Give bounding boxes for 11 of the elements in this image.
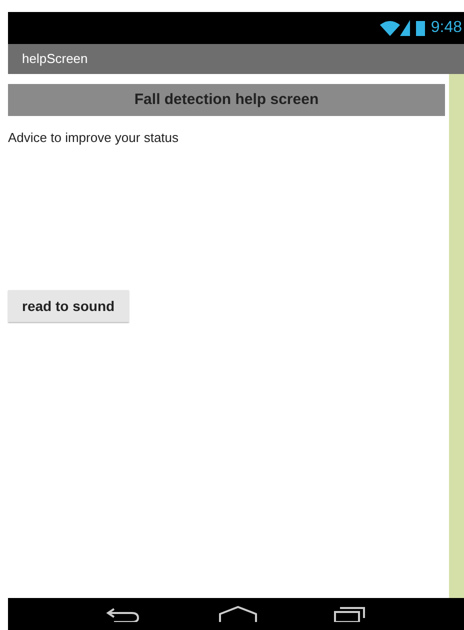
home-icon[interactable]: [218, 606, 258, 622]
read-button[interactable]: read to sound: [8, 290, 129, 322]
wifi-icon: [380, 20, 400, 36]
battery-icon: [416, 20, 425, 36]
header-bar: Fall detection help screen: [8, 84, 445, 116]
back-icon[interactable]: [106, 606, 142, 622]
signal-icon: [400, 20, 410, 36]
recent-apps-icon[interactable]: [334, 606, 366, 622]
screen-title: helpScreen: [22, 50, 88, 68]
status-time: 9:48: [430, 18, 462, 38]
advice-text: Advice to improve your status: [8, 130, 179, 145]
